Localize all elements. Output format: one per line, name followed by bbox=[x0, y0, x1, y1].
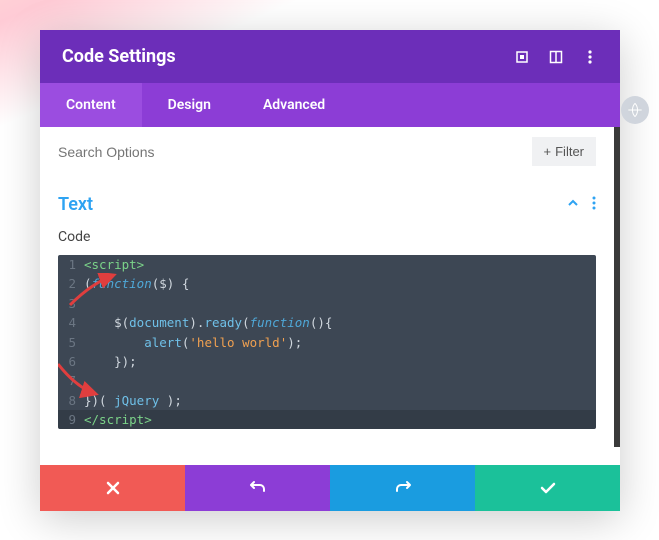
code-text: (function($) { bbox=[84, 274, 189, 293]
globe-icon bbox=[627, 102, 643, 118]
redo-icon bbox=[394, 479, 412, 497]
code-editor[interactable]: 1<script>2(function($) {3 4 $(document).… bbox=[58, 255, 596, 429]
code-text: })( jQuery ); bbox=[84, 391, 182, 410]
tab-content[interactable]: Content bbox=[40, 83, 142, 127]
line-number: 4 bbox=[58, 313, 84, 332]
tabs: Content Design Advanced bbox=[40, 83, 620, 127]
line-number: 6 bbox=[58, 352, 84, 371]
code-line: 9</script> bbox=[58, 410, 596, 429]
help-bubble[interactable] bbox=[621, 96, 649, 124]
modal-title: Code Settings bbox=[62, 46, 514, 67]
section-more-icon[interactable] bbox=[592, 195, 596, 214]
code-line: 5 alert('hello world'); bbox=[58, 333, 596, 352]
modal-footer bbox=[40, 465, 620, 511]
cancel-button[interactable] bbox=[40, 465, 185, 511]
code-text: alert('hello world'); bbox=[84, 333, 302, 352]
code-line: 6 }); bbox=[58, 352, 596, 371]
code-line: 8})( jQuery ); bbox=[58, 391, 596, 410]
settings-modal: Code Settings Content Design Advanced + … bbox=[40, 30, 620, 511]
check-icon bbox=[539, 479, 557, 497]
line-number: 8 bbox=[58, 391, 84, 410]
code-line: 4 $(document).ready(function(){ bbox=[58, 313, 596, 332]
code-text: </script> bbox=[84, 410, 152, 429]
code-field-label: Code bbox=[58, 229, 596, 245]
collapse-icon[interactable] bbox=[566, 195, 580, 214]
snap-icon[interactable] bbox=[548, 49, 564, 65]
filter-label: Filter bbox=[555, 144, 584, 159]
line-number: 2 bbox=[58, 274, 84, 293]
search-input[interactable] bbox=[58, 144, 532, 160]
redo-button[interactable] bbox=[330, 465, 475, 511]
section-title: Text bbox=[58, 194, 566, 215]
line-number: 1 bbox=[58, 255, 84, 274]
code-line: 2(function($) { bbox=[58, 274, 596, 293]
modal-header: Code Settings bbox=[40, 30, 620, 83]
close-icon bbox=[105, 480, 121, 496]
code-text bbox=[84, 294, 92, 313]
undo-button[interactable] bbox=[185, 465, 330, 511]
code-line: 3 bbox=[58, 294, 596, 313]
filter-button[interactable]: + Filter bbox=[532, 137, 596, 166]
code-text: }); bbox=[84, 352, 137, 371]
line-number: 3 bbox=[58, 294, 84, 313]
line-number: 5 bbox=[58, 333, 84, 352]
search-row: + Filter bbox=[40, 127, 620, 176]
line-number: 7 bbox=[58, 371, 84, 390]
tab-advanced[interactable]: Advanced bbox=[237, 83, 351, 127]
code-line: 7 bbox=[58, 371, 596, 390]
module-body: Text Code 1<script>2(function($) {3 4 $(… bbox=[40, 176, 620, 447]
more-icon[interactable] bbox=[582, 49, 598, 65]
header-actions bbox=[514, 49, 598, 65]
section-header: Text bbox=[58, 194, 596, 215]
line-number: 9 bbox=[58, 410, 84, 429]
code-text: <script> bbox=[84, 255, 144, 274]
tab-design[interactable]: Design bbox=[142, 83, 237, 127]
code-line: 1<script> bbox=[58, 255, 596, 274]
plus-icon: + bbox=[544, 144, 552, 159]
save-button[interactable] bbox=[475, 465, 620, 511]
undo-icon bbox=[249, 479, 267, 497]
expand-icon[interactable] bbox=[514, 49, 530, 65]
code-text bbox=[84, 371, 92, 390]
code-text: $(document).ready(function(){ bbox=[84, 313, 332, 332]
